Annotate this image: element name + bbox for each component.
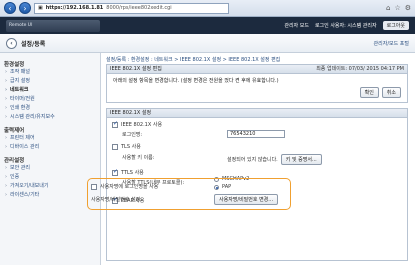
login-name-input[interactable]: 76543210 [227,130,285,138]
sidebar-item-printer-control[interactable]: 프린터 제어 [4,134,96,143]
back-icon[interactable]: ‹ [4,2,16,14]
sidebar-section-title: 출력제어 [4,128,25,134]
key-value: 설정되어 있지 않습니다. [227,157,278,163]
username-password-button-row: 사용자명/비밀번호 변경... [214,194,279,205]
username-password-row: 사용자명/비밀번호 설정: [91,196,142,203]
sidebar-section-title: 환경설정 [4,62,25,68]
app-logo: Remote UI [6,20,100,32]
url-rest: 8000/rps/ieee802xedit.cgi [106,5,172,11]
tls-row: TLS 사용 [112,143,141,150]
sidebar-item-control-panel[interactable]: 조작 패널 [4,68,96,77]
gear-icon[interactable]: ⚙ [405,4,411,12]
username-password-label: 사용자명/비밀번호 설정: [91,197,142,203]
page-header: ‹ 설정/등록 관리자/모드 포털 [0,34,415,53]
forward-icon[interactable]: › [19,2,31,14]
home-icon[interactable]: ⌂ [386,4,390,12]
page-icon: ▣ [38,5,43,11]
settings-panel-title: IEEE 802.1X 설정 [110,110,152,116]
edit-panel-title: IEEE 802.1X 설정 편집 [110,66,162,72]
back-circle-icon[interactable]: ‹ [6,38,17,49]
tls-label: TLS 사용 [121,144,141,150]
key-row: 사용할 키 이름: [122,154,154,161]
breadcrumb[interactable]: 설정/등록 : 환경설정 : 네트워크 > IEEE 802.1X 설정 > I… [106,56,280,63]
browser-address-bar: ‹ › ▣ https://192.168.1.81 8000/rps/ieee… [0,0,415,17]
use-ieee-checkbox[interactable] [112,120,118,128]
key-value-row: 설정되어 있지 않습니다. 키 및 증명서... [227,154,322,165]
username-password-button[interactable]: 사용자명/비밀번호 변경... [214,194,279,205]
ttls-row: TTLS 사용 [112,168,144,176]
use-ieee-label: IEEE 802.1X 사용 [121,122,163,128]
sidebar-item-paper-source[interactable]: 급지 설정 [4,77,96,86]
sidebar-item-auth[interactable]: 인증 [4,173,96,182]
tls-checkbox[interactable] [112,143,118,150]
use-login-name-checkbox[interactable] [91,183,97,190]
ok-button[interactable]: 확인 [359,87,379,98]
cancel-button[interactable]: 취소 [381,87,401,98]
sidebar-item-security[interactable]: 보안 관리 [4,164,96,173]
sidebar: 환경설정 조작 패널 급지 설정 네트워크 타이머/전원 인쇄 환경 시스템 관… [0,53,101,265]
key-certificate-button[interactable]: 키 및 증명서... [280,154,322,165]
info-message: 아래의 설정 항목을 변경합니다. (설정 변경은 전원을 껐다 켠 후에 유효… [113,78,279,84]
ttls-checkbox[interactable] [112,168,118,176]
login-name-row: 로그인명: [122,131,142,138]
star-icon[interactable]: ☆ [394,4,400,12]
sidebar-item-timer[interactable]: 타이머/전원 [4,95,96,104]
sidebar-item-import-export[interactable]: 가져오기/내보내기 [4,182,96,191]
sidebar-item-license[interactable]: 라이센스/기타 [4,191,96,200]
sidebar-item-print-env[interactable]: 인쇄 환경 [4,104,96,113]
app-topbar: Remote UI 관리자 모드 로그인 사용자: 시스템 관리자 로그아웃 [0,17,415,34]
browser-tools: ⌂ ☆ ⚙ [386,4,411,12]
last-updated: 최종 업데이트: 07/03/ 2015 04:17 PM [316,66,404,72]
sidebar-item-network[interactable]: 네트워크 [4,86,96,95]
url-input[interactable]: ▣ https://192.168.1.81 8000/rps/ieee802x… [34,2,229,14]
edit-panel: IEEE 802.1X 설정 편집 최종 업데이트: 07/03/ 2015 0… [106,64,408,103]
use-login-name-row: 사용자명에 로그인명을 사용 [91,183,158,190]
use-ieee-row: IEEE 802.1X 사용 [112,120,163,128]
sidebar-item-maintenance[interactable]: 시스템 관리/유지보수 [4,113,96,122]
use-login-name-label: 사용자명에 로그인명을 사용 [100,184,159,190]
login-name-label: 로그인명: [122,132,143,138]
logout-button[interactable]: 로그아웃 [382,21,409,30]
mode-label: 관리자 모드 [284,23,309,29]
portal-link[interactable]: 관리자/모드 포털 [374,40,409,47]
url-host: https://192.168.1.81 [45,5,104,11]
key-label: 사용할 키 이름: [122,155,155,161]
user-label: 로그인 사용자: 시스템 관리자 [314,23,377,29]
page-title: 설정/등록 [21,41,46,48]
sidebar-item-device-management[interactable]: 디바이스 관리 [4,143,96,152]
main-content: 설정/등록 : 환경설정 : 네트워크 > IEEE 802.1X 설정 > I… [87,53,411,265]
ttls-label: TTLS 사용 [121,170,144,176]
sidebar-section-title: 관리설정 [4,158,25,164]
